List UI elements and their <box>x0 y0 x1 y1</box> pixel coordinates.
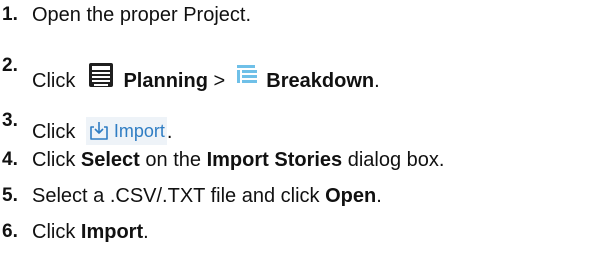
step-3-prefix: Click <box>32 121 76 143</box>
breakdown-label: Breakdown <box>266 69 375 92</box>
step-number: 2. <box>2 55 18 76</box>
step-number: 4. <box>2 149 18 170</box>
step-4-prefix: Click <box>32 149 76 171</box>
step-2-prefix: Click <box>32 69 76 92</box>
import-stories-label: Import Stories <box>206 149 343 171</box>
step-content: Click Select on the Import Stories dialo… <box>32 145 444 175</box>
step-content: Click Import. <box>32 217 149 247</box>
step-number: 3. <box>2 110 18 131</box>
planning-icon <box>81 60 118 99</box>
open-label: Open <box>325 185 377 207</box>
step-3-suffix: . <box>166 121 173 143</box>
step-number: 1. <box>2 4 18 25</box>
step-6-suffix: . <box>143 221 149 243</box>
step-5-prefix: Select a .CSV/.TXT file and click <box>32 185 320 207</box>
instruction-steps: 1. Open the proper Project. 2. Click Pla… <box>2 0 596 260</box>
step-text: Open the proper Project. <box>32 0 251 30</box>
select-label: Select <box>80 149 140 171</box>
planning-label: Planning <box>123 69 208 92</box>
import-icon <box>90 121 108 140</box>
step-1-text: Open the proper Project. <box>32 4 252 26</box>
step-2-suffix: . <box>374 69 380 92</box>
step-4-middle: on the <box>145 149 202 171</box>
menu-separator: > <box>213 69 226 92</box>
step-content: Select a .CSV/.TXT file and click Open. <box>32 181 382 211</box>
import-button-label: Import <box>113 120 165 141</box>
import-toolbar-button-image: Import <box>85 116 167 145</box>
step-5-suffix: . <box>376 185 382 207</box>
step-4-suffix: dialog box. <box>347 149 445 171</box>
import-label: Import <box>80 221 144 243</box>
step-number: 5. <box>2 185 18 206</box>
step-number: 6. <box>2 221 18 242</box>
breakdown-icon <box>231 63 261 96</box>
step-6-prefix: Click <box>32 221 76 243</box>
step-content: Click Planning > Breakdown. <box>32 62 380 101</box>
step-content: Click Import . <box>32 116 173 147</box>
